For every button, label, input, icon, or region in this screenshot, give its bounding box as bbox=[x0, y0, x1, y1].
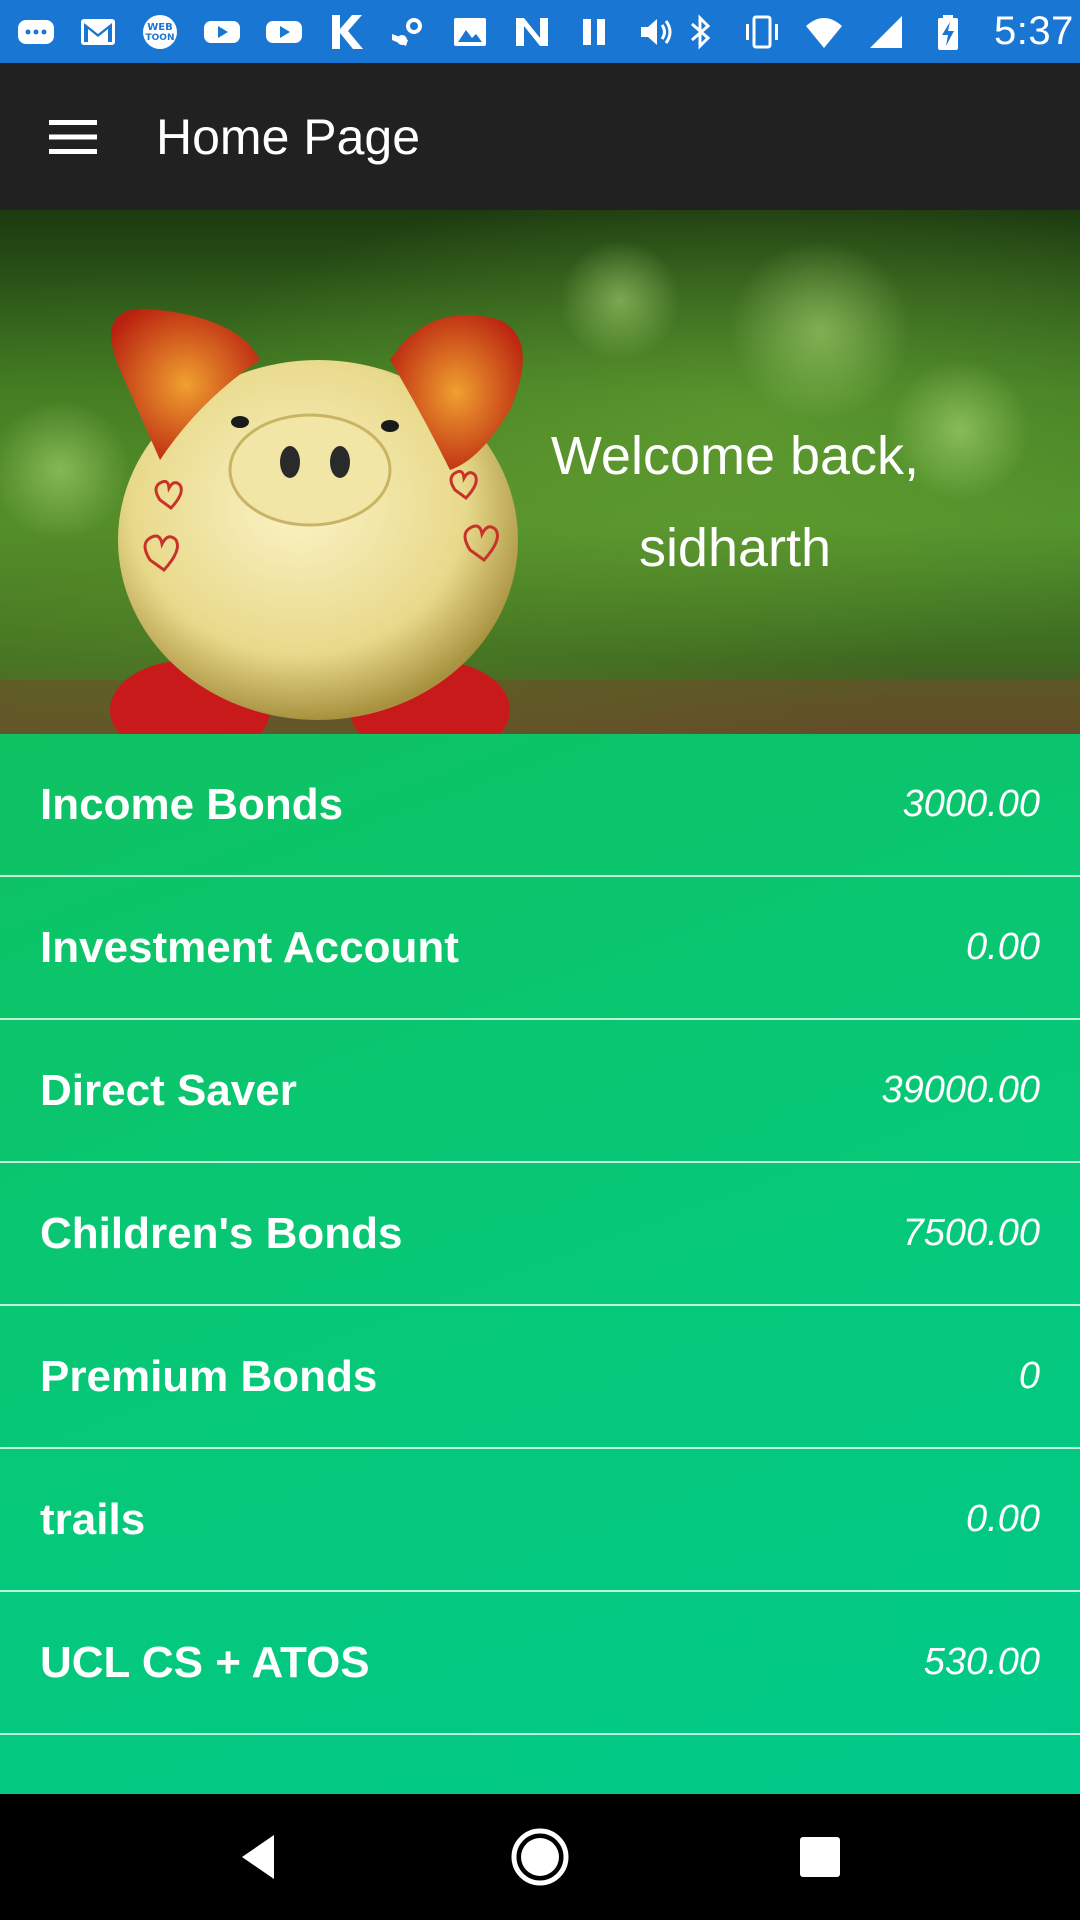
account-row-ucl-cs-atos[interactable]: UCL CS + ATOS 530.00 bbox=[0, 1592, 1080, 1735]
account-name: Investment Account bbox=[40, 922, 459, 972]
account-row-income-bonds[interactable]: Income Bonds 3000.00 bbox=[0, 734, 1080, 877]
account-balance: 3000.00 bbox=[902, 783, 1040, 825]
account-balance: 39000.00 bbox=[881, 1069, 1041, 1111]
account-name: UCL CS + ATOS bbox=[40, 1637, 370, 1687]
account-row-investment-account[interactable]: Investment Account 0.00 bbox=[0, 877, 1080, 1020]
account-name: trails bbox=[40, 1494, 146, 1544]
system-icons: 5:37 bbox=[678, 9, 1074, 54]
back-button[interactable] bbox=[210, 1807, 310, 1907]
account-balance: 530.00 bbox=[923, 1641, 1040, 1683]
vibrate-icon bbox=[740, 10, 784, 54]
volume-icon bbox=[634, 10, 678, 54]
app-bar: Home Page bbox=[0, 63, 1080, 210]
chat-icon bbox=[14, 10, 58, 54]
youtube-icon bbox=[200, 10, 244, 54]
image-icon bbox=[448, 10, 492, 54]
account-row-trails[interactable]: trails 0.00 bbox=[0, 1449, 1080, 1592]
hero-banner: Welcome back, sidharth bbox=[0, 210, 1080, 734]
youtube-icon bbox=[262, 10, 306, 54]
account-row-partial[interactable] bbox=[0, 1735, 1080, 1794]
account-balance: 0 bbox=[1018, 1355, 1040, 1397]
webtoon-icon: WEB TOON bbox=[138, 10, 182, 54]
account-balance: 0.00 bbox=[966, 926, 1040, 968]
hamburger-menu-icon bbox=[49, 119, 97, 154]
account-name: Premium Bonds bbox=[40, 1351, 378, 1401]
steam-icon bbox=[386, 10, 430, 54]
back-icon bbox=[242, 1835, 274, 1879]
status-bar: WEB TOON 5:37 bbox=[0, 0, 1080, 63]
svg-text:TOON: TOON bbox=[146, 33, 175, 43]
account-row-premium-bonds[interactable]: Premium Bonds 0 bbox=[0, 1306, 1080, 1449]
page-title: Home Page bbox=[156, 108, 421, 165]
recents-icon bbox=[800, 1837, 840, 1877]
wifi-icon bbox=[802, 10, 846, 54]
bluetooth-icon bbox=[678, 10, 722, 54]
pause-icon bbox=[572, 10, 616, 54]
account-row-direct-saver[interactable]: Direct Saver 39000.00 bbox=[0, 1020, 1080, 1163]
status-time: 5:37 bbox=[994, 9, 1074, 53]
n-icon bbox=[510, 10, 554, 54]
account-balance: 7500.00 bbox=[902, 1212, 1040, 1254]
account-row-childrens-bonds[interactable]: Children's Bonds 7500.00 bbox=[0, 1163, 1080, 1306]
gmail-icon bbox=[76, 10, 120, 54]
svg-text:WEB: WEB bbox=[147, 22, 172, 33]
recents-button[interactable] bbox=[770, 1807, 870, 1907]
notification-icons: WEB TOON bbox=[14, 10, 678, 54]
account-name: Income Bonds bbox=[40, 779, 344, 829]
account-balance: 0.00 bbox=[966, 1498, 1040, 1540]
welcome-username: sidharth bbox=[638, 518, 832, 578]
account-name: Direct Saver bbox=[40, 1065, 297, 1115]
welcome-greeting: Welcome back, bbox=[550, 426, 920, 486]
signal-icon bbox=[864, 10, 908, 54]
system-nav-bar bbox=[0, 1794, 1080, 1920]
welcome-message: Welcome back, sidharth bbox=[520, 410, 950, 594]
home-button[interactable] bbox=[490, 1807, 590, 1907]
menu-button[interactable] bbox=[0, 63, 146, 210]
battery-charging-icon bbox=[926, 10, 970, 54]
account-list: Income Bonds 3000.00 Investment Account … bbox=[0, 734, 1080, 1794]
home-icon bbox=[511, 1828, 569, 1886]
account-name: Children's Bonds bbox=[40, 1208, 403, 1258]
k-icon bbox=[324, 10, 368, 54]
